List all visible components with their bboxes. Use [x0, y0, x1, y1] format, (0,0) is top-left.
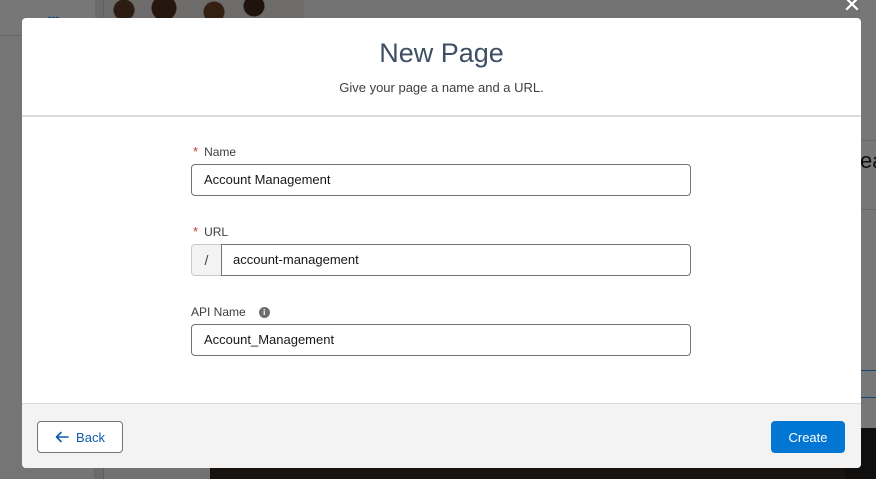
info-icon[interactable]: i: [258, 306, 270, 318]
modal-title: New Page: [379, 38, 504, 68]
arrow-left-icon: [55, 431, 69, 443]
create-button-label: Create: [788, 429, 828, 445]
back-button-label: Back: [76, 429, 105, 445]
url-input[interactable]: account-management: [221, 244, 691, 276]
modal-footer: Back Create: [22, 403, 861, 468]
required-indicator: *: [193, 144, 199, 159]
url-input-group: / account-management: [191, 244, 691, 276]
url-label: * URL: [191, 224, 691, 240]
modal-body: * Name Account Management * URL / accoun…: [22, 117, 861, 403]
new-page-modal: New Page Give your page a name and a URL…: [22, 18, 861, 468]
back-button[interactable]: Back: [37, 421, 123, 453]
modal-subtitle: Give your page a name and a URL.: [339, 80, 544, 95]
api-name-label-text: API Name: [191, 305, 246, 319]
create-button[interactable]: Create: [771, 421, 845, 453]
name-label-text: Name: [204, 145, 237, 159]
url-field: * URL / account-management: [191, 224, 691, 276]
name-field: * Name Account Management: [191, 144, 691, 196]
api-name-input[interactable]: Account_Management: [191, 324, 691, 356]
modal-header: New Page Give your page a name and a URL…: [22, 18, 861, 117]
api-name-label: API Name i: [191, 304, 691, 320]
name-label: * Name: [191, 144, 691, 160]
url-prefix: /: [191, 244, 221, 276]
api-name-field: API Name i Account_Management: [191, 304, 691, 356]
name-input[interactable]: Account Management: [191, 164, 691, 196]
url-label-text: URL: [204, 225, 229, 239]
required-indicator: *: [193, 224, 199, 239]
close-icon[interactable]: ✕: [842, 0, 862, 16]
